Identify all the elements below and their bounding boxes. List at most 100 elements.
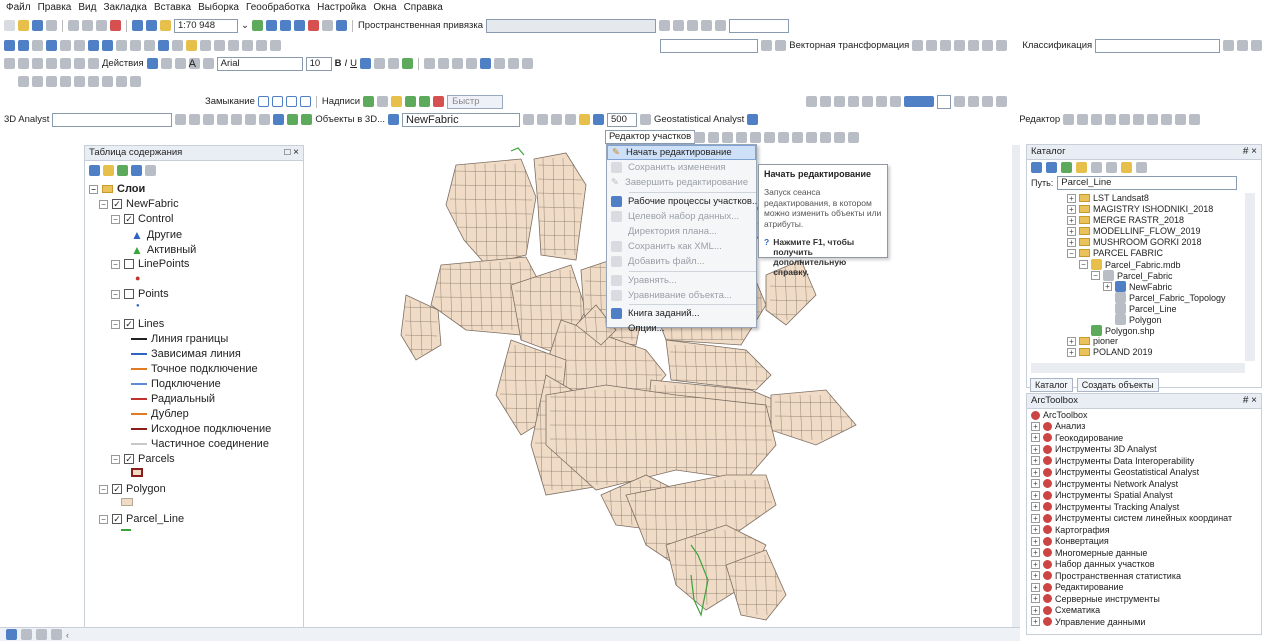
- topo-icon-8[interactable]: [522, 58, 534, 69]
- print-icon[interactable]: [46, 20, 57, 31]
- toolbox-item[interactable]: + Инструменты Geostatistical Analyst: [1031, 467, 1199, 477]
- checkbox-icon[interactable]: ✓: [124, 454, 134, 464]
- link-icon[interactable]: [18, 58, 29, 69]
- menu-geoprocessing[interactable]: Геообработка: [246, 2, 310, 13]
- extra-icon-3[interactable]: [46, 76, 57, 87]
- vt-icon-9[interactable]: [996, 40, 1008, 51]
- time-slider-icon[interactable]: [256, 40, 267, 51]
- line-color-icon[interactable]: [388, 58, 400, 69]
- rotate-icon[interactable]: [32, 58, 43, 69]
- class-icon-3[interactable]: [1251, 40, 1262, 51]
- menu-bookmarks[interactable]: Закладка: [103, 2, 146, 13]
- select-elements-icon[interactable]: [144, 40, 155, 51]
- topo-icon-1[interactable]: [424, 58, 436, 69]
- edit-tool-icon-7[interactable]: [1147, 114, 1159, 125]
- toc-layer-lines[interactable]: − ✓ Lines: [111, 318, 164, 330]
- pe-icon-1[interactable]: [694, 132, 705, 143]
- catalog-pin-close[interactable]: # ×: [1243, 145, 1257, 159]
- pe-icon-11[interactable]: [834, 132, 845, 143]
- add-file-item[interactable]: Добавить файл...: [607, 254, 756, 269]
- pe-icon-8[interactable]: [792, 132, 803, 143]
- menu-insert[interactable]: Вставка: [154, 2, 191, 13]
- views-icon[interactable]: [1106, 162, 1117, 173]
- collapse-icon[interactable]: −: [99, 514, 108, 524]
- rotate-tool-icon[interactable]: [160, 58, 172, 69]
- scroll-left-icon[interactable]: ‹: [66, 630, 69, 640]
- toolbox-item[interactable]: + Инструменты Tracking Analyst: [1031, 502, 1179, 512]
- fabric-icon-3[interactable]: [551, 114, 562, 125]
- toolbox-root[interactable]: ArcToolbox: [1031, 410, 1088, 420]
- undo-icon[interactable]: [132, 20, 143, 31]
- collapse-icon[interactable]: −: [111, 454, 120, 464]
- label-priority-icon[interactable]: [377, 96, 389, 107]
- fixed-zoom-in-icon[interactable]: [60, 40, 71, 51]
- save-edits-item[interactable]: Сохранить изменения: [607, 160, 756, 175]
- class-icon-1[interactable]: [1223, 40, 1234, 51]
- edit-tool-icon-5[interactable]: [1119, 114, 1131, 125]
- class-icon-2[interactable]: [1237, 40, 1248, 51]
- text-tool-icon[interactable]: A: [188, 58, 200, 70]
- save-icon[interactable]: [32, 20, 43, 31]
- fit-icon[interactable]: [88, 58, 99, 69]
- edit-tool-icon-4[interactable]: [1105, 114, 1117, 125]
- collapse-icon[interactable]: −: [111, 214, 120, 224]
- find-icon[interactable]: [214, 40, 225, 51]
- catalog-item[interactable]: + NewFabric: [1103, 281, 1172, 292]
- checkbox-icon[interactable]: [124, 289, 134, 299]
- start-editing-item[interactable]: ✎ Начать редактирование: [607, 145, 756, 161]
- catalog-scrollbar[interactable]: [1245, 193, 1255, 361]
- fabric-icon-6[interactable]: [593, 114, 604, 125]
- underline-button[interactable]: U: [350, 58, 357, 69]
- checkbox-icon[interactable]: ✓: [124, 319, 134, 329]
- point-snap-icon[interactable]: [257, 96, 269, 107]
- extra-icon-6[interactable]: [88, 76, 99, 87]
- parcel-layer-icon[interactable]: [388, 114, 399, 125]
- georef-icon[interactable]: [4, 58, 15, 69]
- map-scrollbar[interactable]: [1012, 145, 1020, 627]
- catalog-item[interactable]: Polygon.shp: [1091, 325, 1155, 336]
- pause-labels-icon[interactable]: [419, 96, 431, 107]
- extra-icon-8[interactable]: [116, 76, 127, 87]
- edge-snap-icon[interactable]: [299, 96, 311, 107]
- menu-selection[interactable]: Выборка: [198, 2, 239, 13]
- edit-tool-icon-8[interactable]: [1161, 114, 1173, 125]
- font-color-icon[interactable]: [360, 58, 372, 69]
- catalog-item[interactable]: + MODELLINF_FLOW_2019: [1067, 226, 1201, 236]
- catalog-item[interactable]: − Parcel_Fabric.mdb: [1079, 259, 1181, 270]
- extra-icon-1[interactable]: [18, 76, 29, 87]
- forward-icon[interactable]: [102, 40, 113, 51]
- job-book-item[interactable]: Книга заданий...: [607, 306, 756, 321]
- actions-menu[interactable]: Действия: [102, 58, 144, 69]
- catalog-item[interactable]: + MAGISTRY ISHODNIKI_2018: [1067, 204, 1213, 214]
- copy-icon[interactable]: [82, 20, 93, 31]
- rect-tool-icon[interactable]: [174, 58, 186, 69]
- distance-spin-icon[interactable]: [640, 114, 651, 125]
- topo-icon-3[interactable]: [452, 58, 464, 69]
- list-by-selection-icon[interactable]: [131, 164, 142, 176]
- parcel-block[interactable]: [665, 339, 772, 391]
- editor-menu[interactable]: Редактор: [1019, 114, 1060, 125]
- toolbox-item[interactable]: + Серверные инструменты: [1031, 594, 1160, 604]
- toc-layer-control[interactable]: − ✓ Control: [111, 213, 173, 225]
- fill-color-icon[interactable]: [374, 58, 386, 69]
- redo-icon[interactable]: [146, 20, 157, 31]
- data-view-icon[interactable]: [6, 629, 17, 640]
- catalog-item[interactable]: + MERGE RASTR_2018: [1067, 215, 1184, 225]
- edit-tool-icon-6[interactable]: [1133, 114, 1145, 125]
- catalog-icon[interactable]: [279, 20, 291, 31]
- transparency-icon[interactable]: [904, 96, 935, 107]
- menu-customize[interactable]: Настройка: [317, 2, 366, 13]
- refresh-icon[interactable]: [1136, 162, 1147, 173]
- python-icon[interactable]: [321, 20, 333, 31]
- topo-icon-7[interactable]: [508, 58, 520, 69]
- toolbox-item[interactable]: + Управление данными: [1031, 617, 1145, 627]
- catalog-item[interactable]: Parcel_Fabric_Topology: [1115, 292, 1226, 303]
- fabric-icon-2[interactable]: [537, 114, 548, 125]
- end-snap-icon[interactable]: [271, 96, 283, 107]
- measure-icon[interactable]: [200, 40, 211, 51]
- pe-icon-7[interactable]: [778, 132, 789, 143]
- objects-3d-icon[interactable]: [301, 114, 313, 125]
- catalog-item[interactable]: + MUSHROOM GORKI 2018: [1067, 237, 1202, 247]
- pe-icon-12[interactable]: [848, 132, 859, 143]
- extra-icon-2[interactable]: [32, 76, 43, 87]
